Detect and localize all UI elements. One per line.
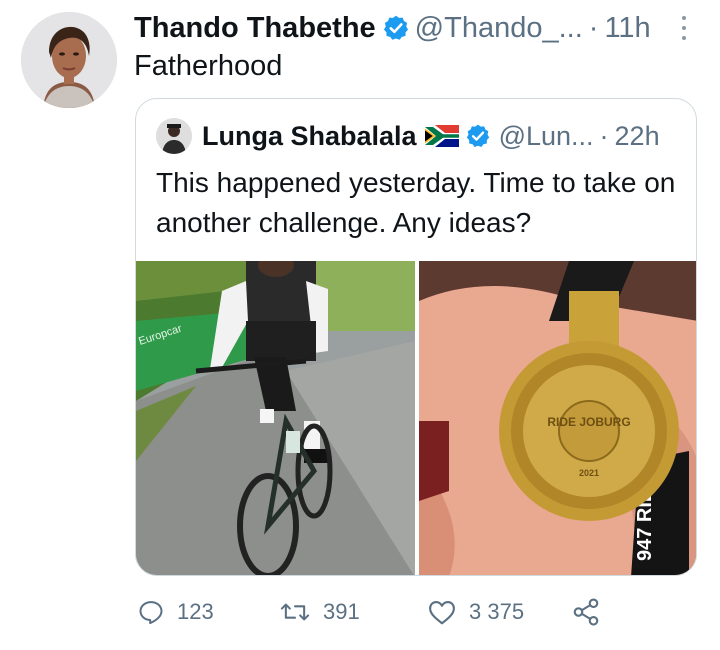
quoted-tweet-time[interactable]: 22h (615, 121, 660, 152)
retweet-count: 391 (323, 599, 360, 624)
quoted-tweet-header: Lunga Shabalala @Lun... · 22h (156, 117, 660, 155)
quoted-author-avatar (156, 118, 192, 154)
separator-dot: · (599, 120, 609, 151)
tweet-header: Thando Thabethe @Thando_... · 11h (134, 8, 651, 48)
medal-text: RIDE JOBURG (547, 415, 630, 429)
cyclist-photo[interactable]: Europcar (136, 261, 415, 575)
verified-badge-icon (383, 15, 408, 40)
retweet-icon (280, 603, 310, 621)
verified-badge-icon (466, 124, 489, 147)
tweet-text: Fatherhood (134, 50, 283, 82)
share-button[interactable] (571, 594, 601, 630)
media-grid: Europcar RIDE JOBURG 2021 (136, 261, 696, 575)
reply-count: 123 (177, 599, 214, 624)
tweet-actions: 123 391 3 375 (135, 594, 635, 630)
quoted-author-name[interactable]: Lunga Shabalala (202, 121, 417, 152)
quoted-tweet[interactable]: Lunga Shabalala @Lun... · 22h This happe… (135, 98, 697, 576)
more-vertical-icon[interactable] (676, 14, 692, 42)
medal-year: 2021 (579, 468, 599, 478)
profile-photo (21, 12, 117, 108)
tweet-time[interactable]: 11h (604, 12, 650, 45)
author-avatar[interactable] (21, 12, 117, 108)
share-icon (573, 598, 599, 626)
retweet-button[interactable]: 391 (279, 594, 360, 630)
quoted-author-handle[interactable]: @Lun... (499, 121, 594, 152)
like-button[interactable]: 3 375 (427, 594, 524, 630)
quoted-tweet-text: This happened yesterday. Time to take on… (156, 167, 676, 238)
profile-photo-icon (156, 118, 192, 154)
reply-button[interactable]: 123 (137, 594, 214, 630)
reply-icon (139, 601, 163, 625)
heart-icon (429, 600, 455, 625)
author-name[interactable]: Thando Thabethe (134, 12, 376, 45)
south-africa-flag-icon (424, 125, 459, 147)
author-handle[interactable]: @Thando_... (415, 12, 583, 45)
separator-dot: · (588, 11, 599, 44)
like-count: 3 375 (469, 599, 525, 624)
medal-photo[interactable]: 947 RIDE JOBUR RIDE JOBURG 2021 (419, 261, 696, 575)
